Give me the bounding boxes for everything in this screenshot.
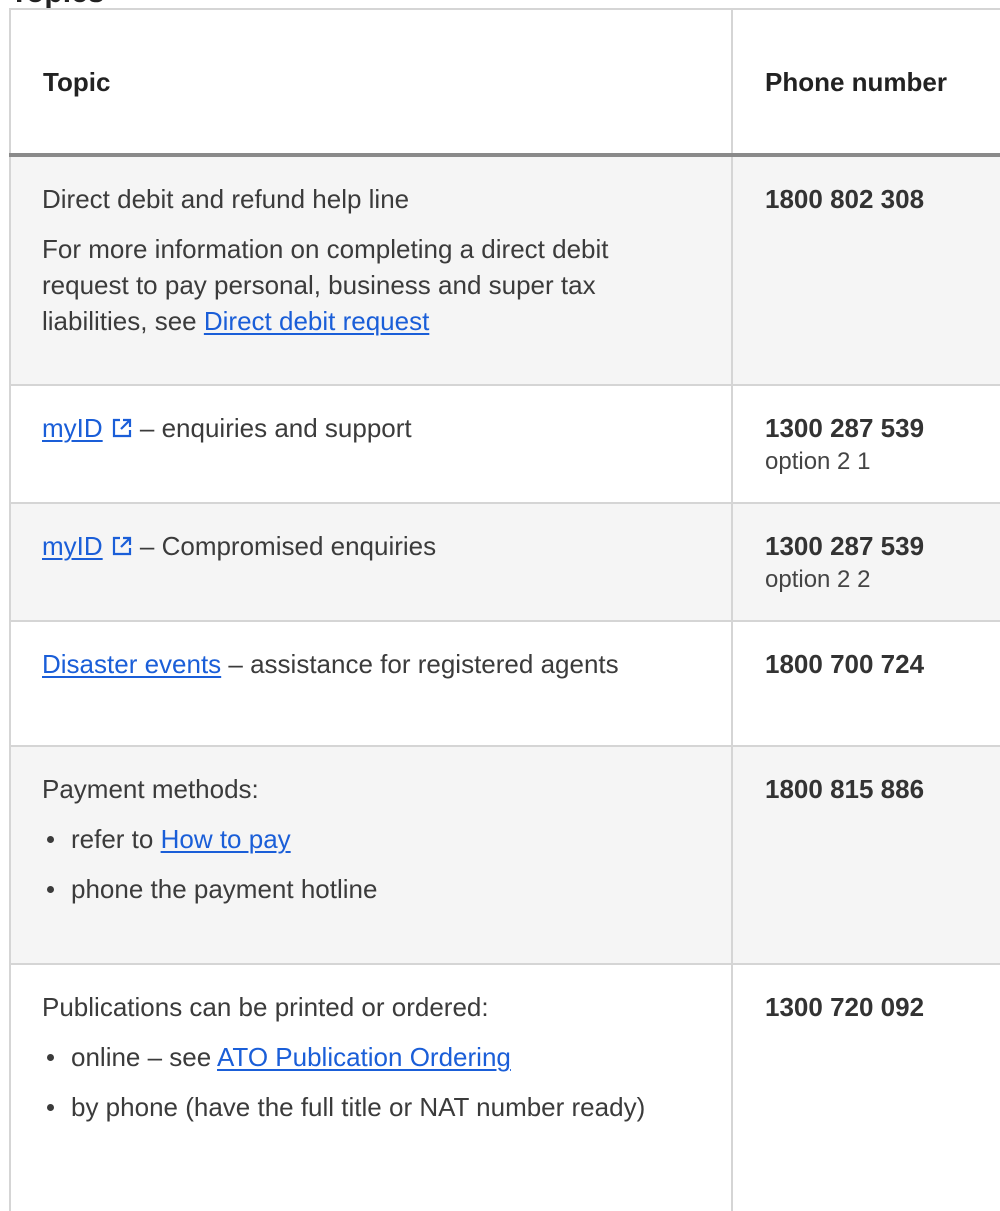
topic-text: Payment methods: <box>42 774 259 804</box>
column-header-phone: Phone number <box>731 8 1000 157</box>
phone-cell: 1800 700 724 <box>731 621 1000 747</box>
table-row: Direct debit and refund help line For mo… <box>9 155 1000 386</box>
topic-info: For more information on completing a dir… <box>42 231 701 339</box>
topic-cell: myID – enquiries and support <box>9 385 732 504</box>
how-to-pay-link[interactable]: How to pay <box>161 824 291 854</box>
myid-link[interactable]: myID <box>42 413 103 443</box>
external-link-icon <box>111 530 133 566</box>
phone-number: 1800 700 724 <box>765 649 925 679</box>
topic-cell: Direct debit and refund help line For mo… <box>9 155 732 386</box>
topic-cell: Publications can be printed or ordered: … <box>9 964 732 1211</box>
myid-link[interactable]: myID <box>42 531 103 561</box>
direct-debit-request-link[interactable]: Direct debit request <box>204 306 429 336</box>
topic-suffix: – Compromised enquiries <box>132 531 437 561</box>
phone-cell: 1300 287 539 option 2 2 <box>731 503 1000 622</box>
topic-cell: Disaster events – assistance for registe… <box>9 621 732 747</box>
list-item: online – see ATO Publication Ordering <box>42 1039 701 1075</box>
topic-text: Publications can be printed or ordered: <box>42 992 489 1022</box>
phone-number: 1800 802 308 <box>765 184 925 214</box>
topic-suffix: – enquiries and support <box>132 413 412 443</box>
topic-suffix: – assistance for registered agents <box>221 649 619 679</box>
phone-cell: 1300 720 092 <box>731 964 1000 1211</box>
contact-table: Topic Phone number Direct debit and refu… <box>9 8 1000 1211</box>
table-row: myID – Compromised enquiries 1300 287 53… <box>9 503 1000 622</box>
phone-option: option 2 2 <box>765 566 871 593</box>
phone-number: 1300 287 539 <box>765 413 925 443</box>
table-row: Publications can be printed or ordered: … <box>9 964 1000 1211</box>
phone-cell: 1300 287 539 option 2 1 <box>731 385 1000 504</box>
list-item: by phone (have the full title or NAT num… <box>42 1089 701 1125</box>
topic-cell: Payment methods: refer to How to pay pho… <box>9 746 732 965</box>
phone-cell: 1800 815 886 <box>731 746 1000 965</box>
table-header-row: Topic Phone number <box>9 8 1000 157</box>
external-link-icon <box>111 412 133 448</box>
bullet-list: online – see ATO Publication Ordering by… <box>42 1039 701 1125</box>
phone-cell: 1800 802 308 <box>731 155 1000 386</box>
list-item: phone the payment hotline <box>42 871 701 907</box>
section-heading-partial: Topics <box>10 0 104 8</box>
phone-number: 1300 720 092 <box>765 992 925 1022</box>
topic-cell: myID – Compromised enquiries <box>9 503 732 622</box>
column-header-topic: Topic <box>9 8 732 157</box>
disaster-events-link[interactable]: Disaster events <box>42 649 221 679</box>
list-item: refer to How to pay <box>42 821 701 857</box>
table-row: myID – enquiries and support 1300 287 53… <box>9 385 1000 504</box>
topic-text: Direct debit and refund help line <box>42 184 410 214</box>
phone-number: 1800 815 886 <box>765 774 925 804</box>
ato-publication-ordering-link[interactable]: ATO Publication Ordering <box>217 1042 511 1072</box>
table-row: Disaster events – assistance for registe… <box>9 621 1000 747</box>
bullet-list: refer to How to pay phone the payment ho… <box>42 821 701 907</box>
phone-number: 1300 287 539 <box>765 531 925 561</box>
phone-option: option 2 1 <box>765 448 871 475</box>
table-row: Payment methods: refer to How to pay pho… <box>9 746 1000 965</box>
